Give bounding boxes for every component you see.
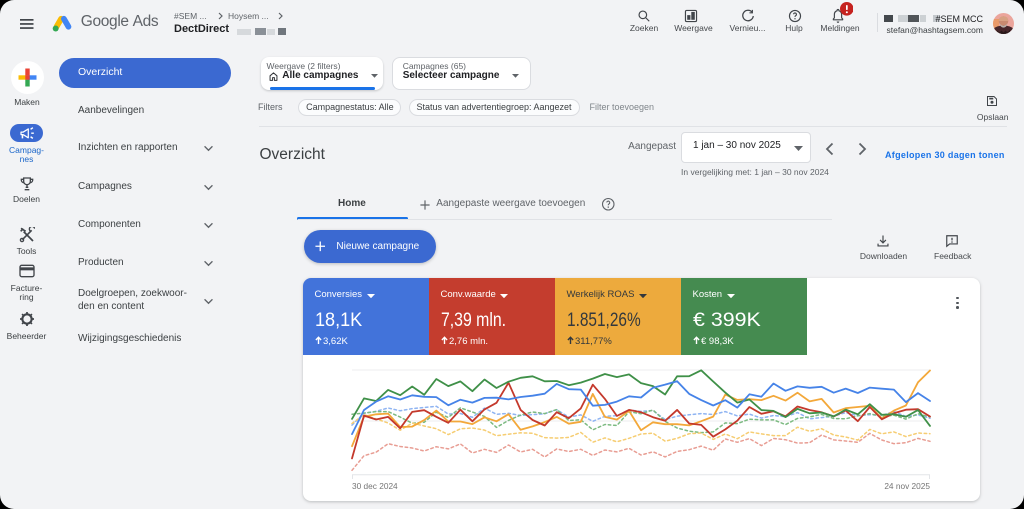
svg-text:30 dec 2024: 30 dec 2024	[352, 481, 398, 491]
svg-text:24 nov 2025: 24 nov 2025	[884, 481, 930, 491]
